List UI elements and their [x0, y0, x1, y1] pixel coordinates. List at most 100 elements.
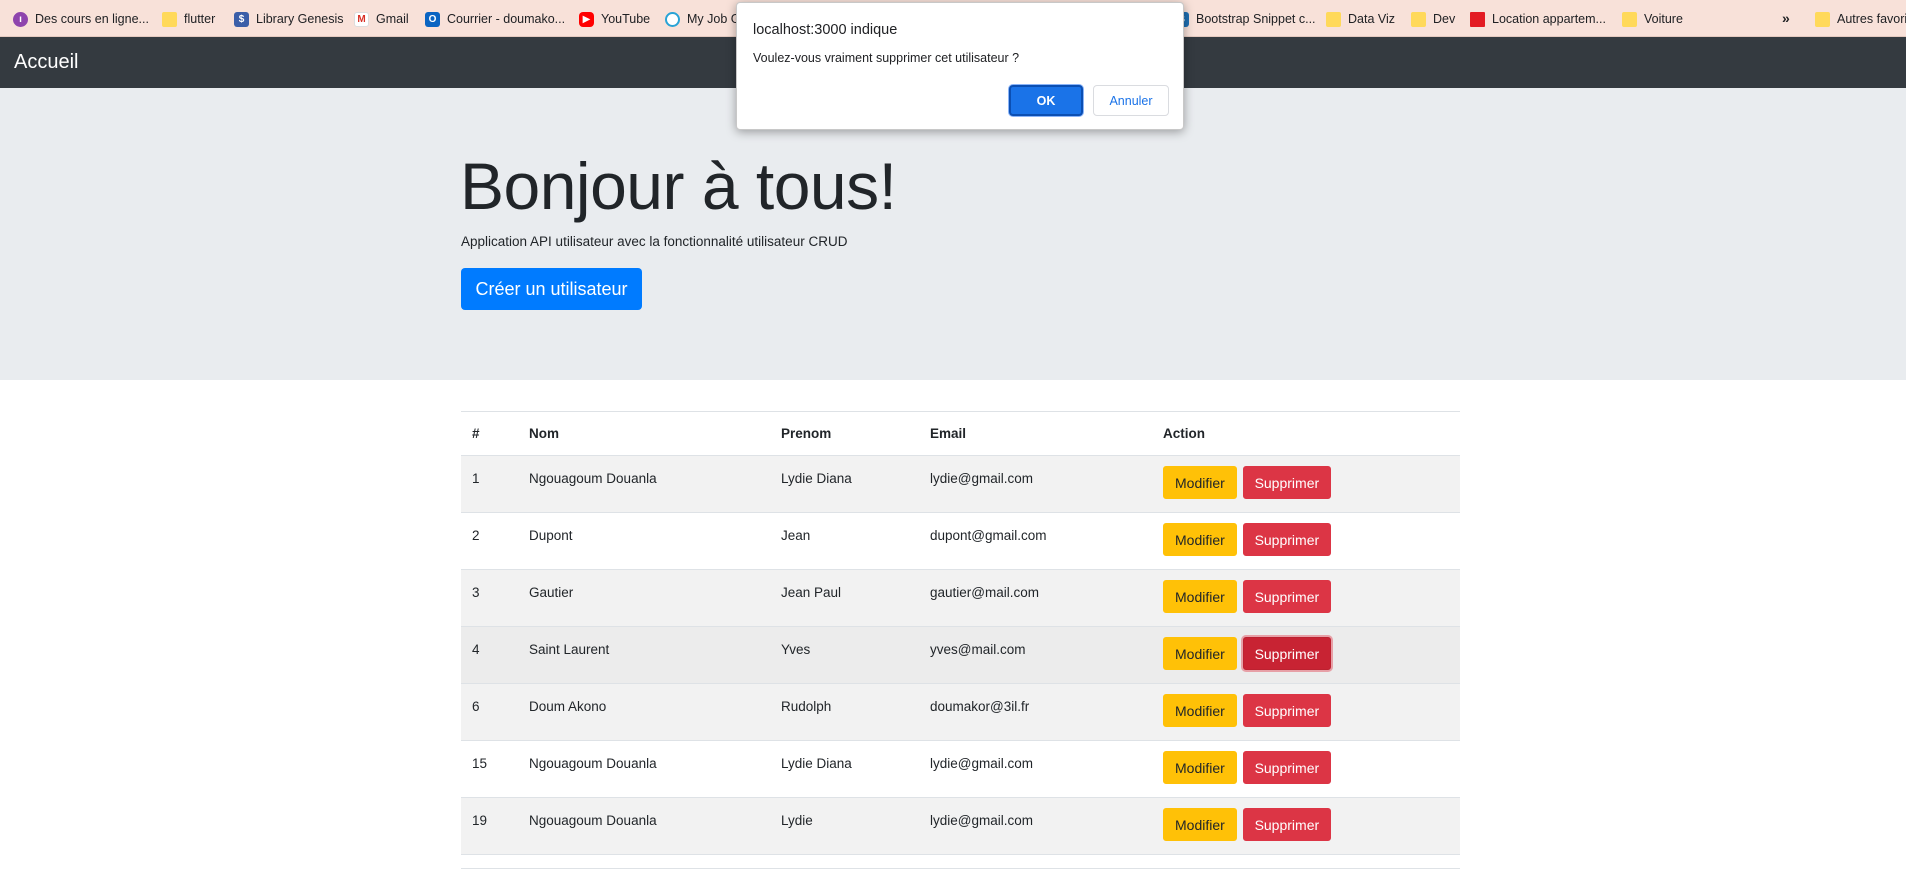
cell-prenom: Yves	[770, 626, 919, 684]
cell-prenom: Jean Paul	[770, 569, 919, 627]
bookmark-gmail[interactable]: M Gmail	[354, 9, 409, 29]
cell-nom: Ngouagoum Douanla	[518, 455, 770, 513]
navbar-brand-link[interactable]: Accueil	[14, 51, 78, 74]
cell-prenom: Jean	[770, 512, 919, 570]
bookmark-voiture[interactable]: Voiture	[1622, 9, 1683, 29]
cell-id: 4	[461, 626, 518, 684]
cell-nom: Ngouagoum Douanla	[518, 740, 770, 798]
cell-email: lydie@gmail.com	[919, 455, 1152, 513]
cell-id: 6	[461, 683, 518, 741]
delete-button[interactable]: Supprimer	[1242, 694, 1332, 727]
users-table: # Nom Prenom Email Action 1 Ngouagoum Do…	[461, 411, 1460, 855]
library-genesis-icon: $	[234, 11, 249, 27]
table-row: 15 Ngouagoum Douanla Lydie Diana lydie@g…	[461, 740, 1460, 798]
table-row: 3 Gautier Jean Paul gautier@mail.com Mod…	[461, 569, 1460, 627]
bookmarks-overflow-icon[interactable]: »	[1782, 10, 1790, 26]
bookmark-location[interactable]: Location appartem...	[1470, 9, 1606, 29]
cell-prenom: Lydie Diana	[770, 740, 919, 798]
cell-email: yves@mail.com	[919, 626, 1152, 684]
folder-icon	[1326, 11, 1341, 27]
delete-button[interactable]: Supprimer	[1242, 808, 1332, 841]
cell-email: lydie@gmail.com	[919, 797, 1152, 855]
page-title: Bonjour à tous!	[460, 149, 897, 223]
delete-button[interactable]: Supprimer	[1242, 580, 1332, 613]
column-header-email: Email	[919, 411, 1152, 456]
column-header-action: Action	[1152, 411, 1460, 456]
folder-icon	[162, 11, 177, 27]
bookmark-library-genesis[interactable]: $ Library Genesis	[234, 9, 344, 29]
cell-nom: Dupont	[518, 512, 770, 570]
page-subtitle: Application API utilisateur avec la fonc…	[461, 234, 848, 249]
cell-actions: Modifier Supprimer	[1152, 683, 1460, 741]
cancel-button[interactable]: Annuler	[1093, 85, 1169, 116]
delete-button[interactable]: Supprimer	[1242, 466, 1332, 499]
bookmark-other-favorites[interactable]: Autres favori	[1815, 9, 1906, 29]
bookmark-flutter[interactable]: flutter	[162, 9, 215, 29]
delete-button[interactable]: Supprimer	[1242, 523, 1332, 556]
jobs-icon	[665, 11, 680, 27]
cell-actions: Modifier Supprimer	[1152, 455, 1460, 513]
column-header-id: #	[461, 411, 518, 456]
table-row: 19 Ngouagoum Douanla Lydie lydie@gmail.c…	[461, 797, 1460, 855]
create-user-button[interactable]: Créer un utilisateur	[461, 268, 642, 310]
dialog-message: Voulez-vous vraiment supprimer cet utili…	[753, 51, 1020, 65]
bookmark-my-job[interactable]: My Job G	[665, 9, 741, 29]
cell-nom: Saint Laurent	[518, 626, 770, 684]
confirm-dialog: localhost:3000 indique Voulez-vous vraim…	[736, 2, 1184, 130]
delete-button[interactable]: Supprimer	[1242, 637, 1332, 670]
cell-nom: Ngouagoum Douanla	[518, 797, 770, 855]
youtube-icon: ▶	[579, 11, 594, 27]
cell-actions: Modifier Supprimer	[1152, 797, 1460, 855]
bookmark-online-courses[interactable]: ı Des cours en ligne...	[13, 9, 149, 29]
cell-prenom: Lydie	[770, 797, 919, 855]
edit-button[interactable]: Modifier	[1163, 466, 1237, 499]
edit-button[interactable]: Modifier	[1163, 694, 1237, 727]
cell-id: 15	[461, 740, 518, 798]
cell-actions: Modifier Supprimer	[1152, 512, 1460, 570]
cell-email: dupont@gmail.com	[919, 512, 1152, 570]
folder-icon	[1622, 11, 1637, 27]
table-header-row: # Nom Prenom Email Action	[461, 411, 1460, 456]
cell-prenom: Rudolph	[770, 683, 919, 741]
table-row: 1 Ngouagoum Douanla Lydie Diana lydie@gm…	[461, 455, 1460, 513]
cell-email: lydie@gmail.com	[919, 740, 1152, 798]
folder-icon	[1815, 11, 1830, 27]
edit-button[interactable]: Modifier	[1163, 523, 1237, 556]
cell-id: 3	[461, 569, 518, 627]
gmail-icon: M	[354, 11, 369, 27]
table-row: 2 Dupont Jean dupont@gmail.com Modifier …	[461, 512, 1460, 570]
bookmark-bootstrap-snippet[interactable]: B Bootstrap Snippet c...	[1174, 9, 1316, 29]
bookmark-data-viz[interactable]: Data Viz	[1326, 9, 1395, 29]
bookmark-outlook[interactable]: O Courrier - doumako...	[425, 9, 565, 29]
column-header-prenom: Prenom	[770, 411, 919, 456]
online-courses-icon: ı	[13, 11, 28, 27]
cell-prenom: Lydie Diana	[770, 455, 919, 513]
cell-actions: Modifier Supprimer	[1152, 626, 1460, 684]
cell-nom: Gautier	[518, 569, 770, 627]
outlook-icon: O	[425, 11, 440, 27]
cell-nom: Doum Akono	[518, 683, 770, 741]
cell-email: doumakor@3il.fr	[919, 683, 1152, 741]
table-row: 6 Doum Akono Rudolph doumakor@3il.fr Mod…	[461, 683, 1460, 741]
table-row: 4 Saint Laurent Yves yves@mail.com Modif…	[461, 626, 1460, 684]
dialog-origin: localhost:3000 indique	[753, 22, 898, 38]
ok-button[interactable]: OK	[1009, 85, 1083, 116]
edit-button[interactable]: Modifier	[1163, 751, 1237, 784]
cell-id: 2	[461, 512, 518, 570]
cell-id: 19	[461, 797, 518, 855]
bookmark-dev[interactable]: Dev	[1411, 9, 1455, 29]
cell-email: gautier@mail.com	[919, 569, 1152, 627]
jumbotron: Bonjour à tous! Application API utilisat…	[0, 88, 1906, 380]
divider	[461, 868, 1460, 869]
red-square-icon	[1470, 11, 1485, 27]
folder-icon	[1411, 11, 1426, 27]
edit-button[interactable]: Modifier	[1163, 580, 1237, 613]
delete-button[interactable]: Supprimer	[1242, 751, 1332, 784]
edit-button[interactable]: Modifier	[1163, 808, 1237, 841]
bookmark-youtube[interactable]: ▶ YouTube	[579, 9, 650, 29]
cell-actions: Modifier Supprimer	[1152, 740, 1460, 798]
users-table-container: # Nom Prenom Email Action 1 Ngouagoum Do…	[461, 411, 1460, 855]
column-header-nom: Nom	[518, 411, 770, 456]
cell-id: 1	[461, 455, 518, 513]
edit-button[interactable]: Modifier	[1163, 637, 1237, 670]
